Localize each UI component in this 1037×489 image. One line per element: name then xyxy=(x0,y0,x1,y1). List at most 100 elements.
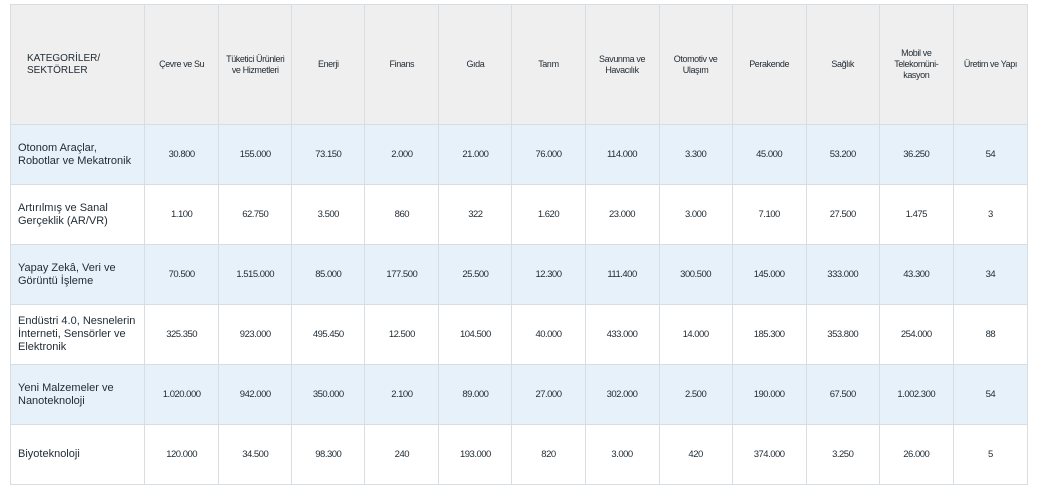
table-cell: 495.450 xyxy=(291,304,366,365)
header-row: KATEGORİLER/ SEKTÖRLER Çevre ve Su Tüket… xyxy=(9,4,1029,125)
table-cell: 76.000 xyxy=(511,124,586,185)
table-cell: 1.002.300 xyxy=(878,364,954,425)
table-cell: 155.000 xyxy=(218,124,293,185)
table-body: Otonom Araçlar, Robotlar ve Mekatronik 30… xyxy=(9,124,1029,485)
table-cell: 1.100 xyxy=(144,184,220,245)
table-cell: 1.475 xyxy=(878,184,954,245)
table-cell: 374.000 xyxy=(731,424,807,485)
table-cell: 25.500 xyxy=(438,244,513,305)
table-cell: 23.000 xyxy=(584,184,660,245)
table-row: Biyoteknoloji 120.000 34.500 98.300 240 193.0… xyxy=(9,424,1029,485)
table-cell: 12.300 xyxy=(511,244,586,305)
table-cell: 5 xyxy=(952,424,1029,485)
table-cell: 12.500 xyxy=(364,304,440,365)
table-cell: 26.000 xyxy=(878,424,954,485)
table-row: Yapay Zekâ, Veri ve Görüntü İşleme 70.500… xyxy=(9,244,1029,305)
sector-table: KATEGORİLER/ SEKTÖRLER Çevre ve Su Tüket… xyxy=(9,4,1029,485)
col-header: Otomotiv ve Ulaşım xyxy=(658,4,733,125)
col-header: Savunma ve Havacılık xyxy=(584,4,660,125)
table-cell: 62.750 xyxy=(218,184,293,245)
table-cell: 333.000 xyxy=(805,244,880,305)
table-cell: 420 xyxy=(658,424,733,485)
table-row: Endüstri 4.0, Nesnelerin İnterneti, Sens… xyxy=(9,304,1029,365)
table-cell: 193.000 xyxy=(438,424,513,485)
table-row: Artırılmış ve Sanal Gerçeklik (AR/VR) 1.1… xyxy=(9,184,1029,245)
table-cell: 942.000 xyxy=(218,364,293,425)
table-row: Yeni Malzemeler ve Nanoteknoloji 1.020.00… xyxy=(9,364,1029,425)
table-cell: 1.020.000 xyxy=(144,364,220,425)
row-category: Artırılmış ve Sanal Gerçeklik (AR/VR) xyxy=(9,184,146,245)
table-cell: 40.000 xyxy=(511,304,586,365)
row-category: Yeni Malzemeler ve Nanoteknoloji xyxy=(9,364,146,425)
table-cell: 27.000 xyxy=(511,364,586,425)
table-cell: 322 xyxy=(438,184,513,245)
col-header: Mobil ve Telekomüni-kasyon xyxy=(878,4,954,125)
table-cell: 2.500 xyxy=(658,364,733,425)
table-cell: 923.000 xyxy=(218,304,293,365)
table-cell: 254.000 xyxy=(878,304,954,365)
table-cell: 3.300 xyxy=(658,124,733,185)
table-cell: 54 xyxy=(952,124,1029,185)
table-cell: 73.150 xyxy=(291,124,366,185)
table-cell: 177.500 xyxy=(364,244,440,305)
table-row: Otonom Araçlar, Robotlar ve Mekatronik 30… xyxy=(9,124,1029,185)
table-cell: 7.100 xyxy=(731,184,807,245)
col-header: Perakende xyxy=(731,4,807,125)
table-cell: 185.300 xyxy=(731,304,807,365)
table-cell: 89.000 xyxy=(438,364,513,425)
table-cell: 85.000 xyxy=(291,244,366,305)
col-header: Tarım xyxy=(511,4,586,125)
table-cell: 350.000 xyxy=(291,364,366,425)
table-cell: 45.000 xyxy=(731,124,807,185)
col-header: Çevre ve Su xyxy=(144,4,220,125)
table-cell: 3.500 xyxy=(291,184,366,245)
table-cell: 2.100 xyxy=(364,364,440,425)
table-cell: 3.000 xyxy=(658,184,733,245)
header-corner: KATEGORİLER/ SEKTÖRLER xyxy=(9,4,146,125)
table-cell: 300.500 xyxy=(658,244,733,305)
col-header: Finans xyxy=(364,4,440,125)
table-cell: 145.000 xyxy=(731,244,807,305)
table-cell: 433.000 xyxy=(584,304,660,365)
table-cell: 104.500 xyxy=(438,304,513,365)
table-cell: 302.000 xyxy=(584,364,660,425)
col-header: Gıda xyxy=(438,4,513,125)
table-cell: 860 xyxy=(364,184,440,245)
table-cell: 36.250 xyxy=(878,124,954,185)
table-cell: 27.500 xyxy=(805,184,880,245)
table-cell: 120.000 xyxy=(144,424,220,485)
col-header: Üretim ve Yapı xyxy=(952,4,1029,125)
table-cell: 21.000 xyxy=(438,124,513,185)
table-cell: 3 xyxy=(952,184,1029,245)
row-category: Otonom Araçlar, Robotlar ve Mekatronik xyxy=(9,124,146,185)
table-cell: 2.000 xyxy=(364,124,440,185)
table-cell: 1.620 xyxy=(511,184,586,245)
table-cell: 325.350 xyxy=(144,304,220,365)
table-cell: 98.300 xyxy=(291,424,366,485)
table-cell: 3.000 xyxy=(584,424,660,485)
row-category: Endüstri 4.0, Nesnelerin İnterneti, Sens… xyxy=(9,304,146,365)
table-cell: 70.500 xyxy=(144,244,220,305)
table-cell: 820 xyxy=(511,424,586,485)
row-category: Yapay Zekâ, Veri ve Görüntü İşleme xyxy=(9,244,146,305)
table-cell: 88 xyxy=(952,304,1029,365)
table-cell: 30.800 xyxy=(144,124,220,185)
col-header: Enerji xyxy=(291,4,366,125)
sector-table-container: KATEGORİLER/ SEKTÖRLER Çevre ve Su Tüket… xyxy=(9,4,1029,485)
table-cell: 353.800 xyxy=(805,304,880,365)
table-cell: 54 xyxy=(952,364,1029,425)
table-cell: 53.200 xyxy=(805,124,880,185)
table-cell: 190.000 xyxy=(731,364,807,425)
col-header: Sağlık xyxy=(805,4,880,125)
corner-label: KATEGORİLER/ SEKTÖRLER xyxy=(27,52,101,76)
table-cell: 14.000 xyxy=(658,304,733,365)
row-category: Biyoteknoloji xyxy=(9,424,146,485)
table-cell: 111.400 xyxy=(584,244,660,305)
table-cell: 34 xyxy=(952,244,1029,305)
table-cell: 43.300 xyxy=(878,244,954,305)
table-cell: 240 xyxy=(364,424,440,485)
table-cell: 34.500 xyxy=(218,424,293,485)
table-cell: 114.000 xyxy=(584,124,660,185)
table-cell: 67.500 xyxy=(805,364,880,425)
table-cell: 3.250 xyxy=(805,424,880,485)
